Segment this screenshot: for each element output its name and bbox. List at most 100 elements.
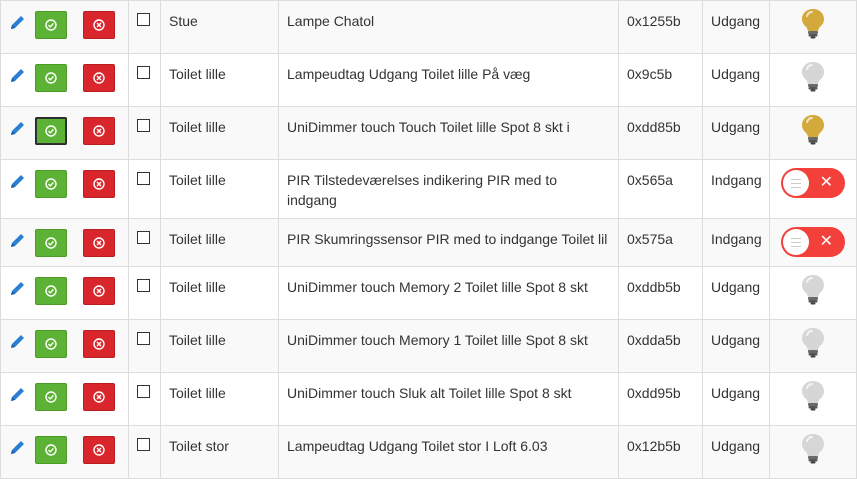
room-label: Toilet lille	[169, 231, 226, 247]
confirm-button[interactable]	[34, 170, 67, 198]
toggle-off-icon[interactable]: ✕	[781, 168, 845, 198]
confirm-button[interactable]	[34, 117, 67, 145]
row-checkbox[interactable]	[137, 385, 150, 398]
delete-button[interactable]	[82, 170, 115, 198]
row-checkbox[interactable]	[137, 438, 150, 451]
lightbulb-on-icon[interactable]	[798, 9, 828, 42]
confirm-button[interactable]	[34, 277, 67, 305]
delete-button[interactable]	[82, 11, 115, 39]
row-actions	[0, 0, 129, 54]
confirm-button[interactable]	[34, 11, 67, 39]
row-actions	[0, 53, 129, 107]
row-checkbox[interactable]	[137, 13, 150, 26]
device-name: UniDimmer touch Memory 1 Toilet lille Sp…	[287, 332, 588, 348]
pencil-icon[interactable]	[9, 231, 27, 249]
status-cell	[769, 266, 857, 320]
row-select-cell	[128, 266, 161, 320]
table-row: Stue Lampe Chatol 0x1255b Udgang	[0, 0, 857, 54]
delete-button[interactable]	[82, 229, 115, 257]
check-circle-icon	[45, 72, 57, 84]
row-checkbox[interactable]	[137, 279, 150, 292]
row-select-cell	[128, 159, 161, 219]
x-circle-icon	[93, 285, 105, 297]
check-circle-icon	[45, 444, 57, 456]
confirm-button[interactable]	[34, 383, 67, 411]
room-label: Toilet lille	[169, 119, 226, 135]
lightbulb-off-icon[interactable]	[798, 328, 828, 361]
delete-button[interactable]	[82, 277, 115, 305]
x-circle-icon	[93, 125, 105, 137]
close-icon: ✕	[819, 174, 833, 191]
pencil-icon[interactable]	[9, 119, 27, 137]
device-name-cell: Lampe Chatol	[278, 0, 619, 54]
device-address: 0xdda5b	[627, 332, 681, 348]
room-cell: Toilet lille	[160, 266, 279, 320]
row-checkbox[interactable]	[137, 119, 150, 132]
table-row: Toilet lille PIR Tilstedeværelses indike…	[0, 159, 857, 219]
row-actions	[0, 372, 129, 426]
lightbulb-off-icon[interactable]	[798, 62, 828, 95]
row-checkbox[interactable]	[137, 231, 150, 244]
delete-button[interactable]	[82, 383, 115, 411]
status-cell	[769, 319, 857, 373]
room-label: Toilet lille	[169, 66, 226, 82]
lightbulb-off-icon[interactable]	[798, 275, 828, 308]
row-select-cell	[128, 425, 161, 479]
pencil-icon[interactable]	[9, 279, 27, 297]
device-name: Lampe Chatol	[287, 13, 375, 29]
device-type: Udgang	[711, 66, 761, 82]
room-cell: Toilet lille	[160, 218, 279, 267]
row-checkbox[interactable]	[137, 66, 150, 79]
confirm-button[interactable]	[34, 330, 67, 358]
address-cell: 0xdd95b	[618, 372, 703, 426]
type-cell: Udgang	[702, 0, 770, 54]
delete-button[interactable]	[82, 64, 115, 92]
device-name-cell: PIR Skumringssensor PIR med to indgange …	[278, 218, 619, 267]
type-cell: Indgang	[702, 218, 770, 267]
table-row: Toilet lille UniDimmer touch Memory 1 To…	[0, 319, 857, 373]
type-cell: Udgang	[702, 53, 770, 107]
pencil-icon[interactable]	[9, 438, 27, 456]
type-cell: Udgang	[702, 372, 770, 426]
status-cell	[769, 0, 857, 54]
check-circle-icon	[45, 19, 57, 31]
pencil-icon[interactable]	[9, 13, 27, 31]
pencil-icon[interactable]	[9, 172, 27, 190]
pencil-icon[interactable]	[9, 385, 27, 403]
pencil-icon[interactable]	[9, 66, 27, 84]
device-name-cell: PIR Tilstedeværelses indikering PIR med …	[278, 159, 619, 219]
row-checkbox[interactable]	[137, 172, 150, 185]
x-circle-icon	[93, 178, 105, 190]
delete-button[interactable]	[82, 330, 115, 358]
address-cell: 0x565a	[618, 159, 703, 219]
device-type: Indgang	[711, 172, 762, 188]
delete-button[interactable]	[82, 117, 115, 145]
row-select-cell	[128, 319, 161, 373]
lightbulb-off-icon[interactable]	[798, 434, 828, 467]
room-label: Toilet stor	[169, 438, 229, 454]
lightbulb-off-icon[interactable]	[798, 381, 828, 414]
row-checkbox[interactable]	[137, 332, 150, 345]
check-circle-icon	[45, 178, 57, 190]
confirm-button[interactable]	[34, 229, 67, 257]
toggle-off-icon[interactable]: ✕	[781, 227, 845, 257]
device-name-cell: UniDimmer touch Sluk alt Toilet lille Sp…	[278, 372, 619, 426]
check-circle-icon	[45, 391, 57, 403]
device-address: 0x12b5b	[627, 438, 681, 454]
confirm-button[interactable]	[34, 64, 67, 92]
address-cell: 0x9c5b	[618, 53, 703, 107]
device-name: UniDimmer touch Memory 2 Toilet lille Sp…	[287, 279, 588, 295]
room-label: Stue	[169, 13, 198, 29]
pencil-icon[interactable]	[9, 332, 27, 350]
status-cell: ✕	[769, 159, 857, 219]
address-cell: 0x575a	[618, 218, 703, 267]
type-cell: Indgang	[702, 159, 770, 219]
x-circle-icon	[93, 391, 105, 403]
address-cell: 0xdd85b	[618, 106, 703, 160]
device-name: UniDimmer touch Touch Toilet lille Spot …	[287, 119, 570, 135]
lightbulb-on-icon[interactable]	[798, 115, 828, 148]
device-table-body: Stue Lampe Chatol 0x1255b Udgang Toilet …	[0, 0, 857, 479]
status-cell: ✕	[769, 218, 857, 267]
room-label: Toilet lille	[169, 172, 226, 188]
device-name-cell: UniDimmer touch Touch Toilet lille Spot …	[278, 106, 619, 160]
